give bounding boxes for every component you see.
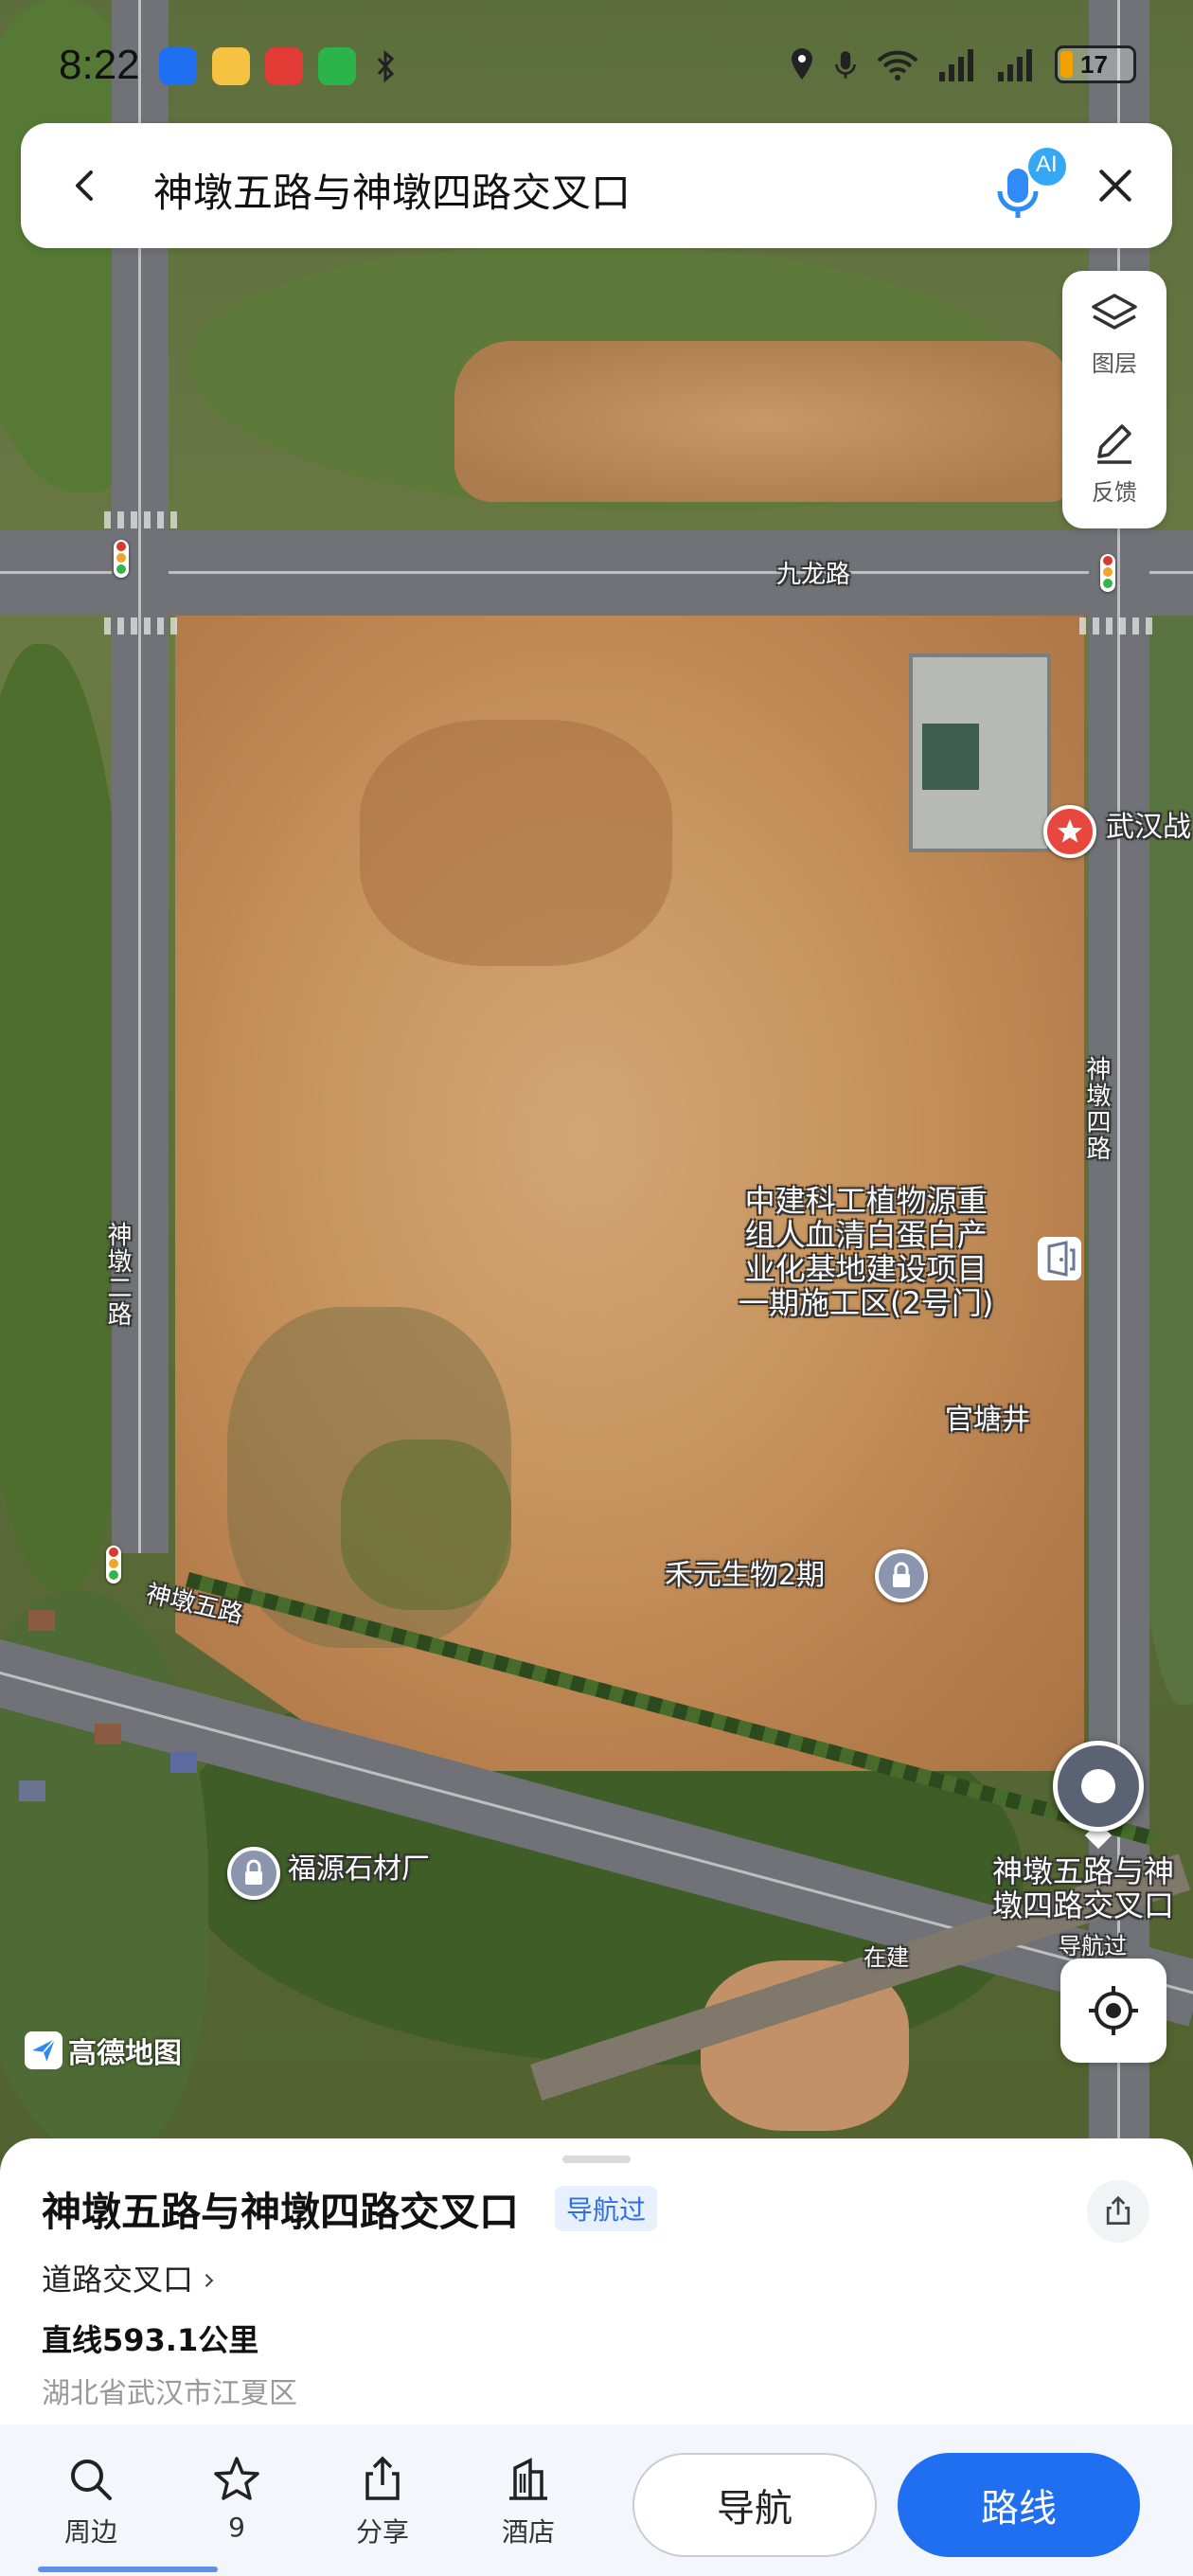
traffic-light-icon xyxy=(114,540,129,578)
poi-label-wuhan[interactable]: 武汉战 xyxy=(1106,811,1191,845)
place-detail-sheet[interactable]: 神墩五路与神墩四路交叉口 导航过 道路交叉口 直线593.1公里 湖北省武汉市江… xyxy=(0,2138,1193,2424)
place-category-link[interactable]: 道路交叉口 xyxy=(42,2256,216,2299)
battery-fill xyxy=(1060,51,1073,78)
news-app-icon xyxy=(159,47,197,85)
entrance-icon[interactable] xyxy=(1038,1237,1081,1280)
road-jiulong xyxy=(0,530,1193,616)
pin-sub-label: 导航过 xyxy=(1059,1933,1127,1959)
feedback-label: 反馈 xyxy=(1092,479,1137,506)
nearby-button[interactable]: 周边 xyxy=(44,2453,138,2549)
amap-logo-icon xyxy=(25,2031,62,2069)
microphone-icon xyxy=(835,51,856,79)
feedback-button[interactable]: 反馈 xyxy=(1062,400,1166,528)
route-button[interactable]: 路线 xyxy=(898,2453,1140,2557)
house xyxy=(19,1780,45,1801)
crosswalk xyxy=(104,617,180,635)
alert-app-icon xyxy=(265,47,303,85)
road-label-under-construction: 在建 xyxy=(864,1944,909,1971)
battery-level: 17 xyxy=(1080,50,1108,79)
poi-label-fuyuan[interactable]: 福源石材厂 xyxy=(288,1852,430,1887)
house xyxy=(95,1724,121,1744)
place-distance: 直线593.1公里 xyxy=(42,2322,259,2358)
share-icon xyxy=(1106,2195,1131,2225)
bottom-action-bar: 周边 9 分享 酒店 导航 路线 xyxy=(0,2424,1193,2576)
poi-label-guantangjing[interactable]: 官塘井 xyxy=(945,1404,1030,1438)
hotel-button[interactable]: 酒店 xyxy=(481,2453,576,2549)
place-category: 道路交叉口 xyxy=(42,2262,194,2298)
search-icon xyxy=(71,2460,112,2500)
close-icon[interactable] xyxy=(1079,150,1151,222)
wechat-icon xyxy=(318,47,356,85)
hotel-label: 酒店 xyxy=(501,2516,555,2548)
house xyxy=(28,1610,55,1631)
share-icon xyxy=(365,2456,400,2500)
place-address: 湖北省武汉市江夏区 xyxy=(42,2377,297,2410)
crosswalk xyxy=(1079,617,1155,635)
grass-patch xyxy=(341,1440,511,1610)
amap-logo-text: 高德地图 xyxy=(68,2037,182,2070)
star-icon xyxy=(214,2457,259,2500)
signal-icon xyxy=(939,49,973,81)
signal-icon xyxy=(998,49,1032,81)
share-action-button[interactable]: 分享 xyxy=(335,2453,430,2549)
hotel-icon xyxy=(509,2458,547,2500)
map-canvas[interactable]: 九龙路 神墩四路 神墩二路 神墩五路 在建 武汉战 中建科工植物源重 组人血清白… xyxy=(0,0,1193,2178)
lock-icon[interactable] xyxy=(227,1847,280,1900)
soil-patch xyxy=(360,720,672,966)
battery-icon: 17 xyxy=(1055,45,1136,83)
place-title: 神墩五路与神墩四路交叉口 xyxy=(42,2189,520,2235)
house xyxy=(170,1752,197,1773)
location-icon xyxy=(792,48,812,80)
locate-icon xyxy=(1089,1986,1138,2035)
layers-button[interactable]: 图层 xyxy=(1062,271,1166,400)
search-bar[interactable]: 神墩五路与神墩四路交叉口 AI xyxy=(21,123,1172,248)
poi-label-project[interactable]: 中建科工植物源重 组人血清白蛋白产 业化基地建设项目 一期施工区(2号门) xyxy=(739,1184,993,1320)
weibo-icon xyxy=(212,47,250,85)
chevron-right-icon xyxy=(205,2273,214,2288)
search-query[interactable]: 神墩五路与神墩四路交叉口 xyxy=(153,161,631,219)
home-indicator[interactable] xyxy=(38,2567,218,2572)
building xyxy=(909,653,1051,852)
location-pin-icon[interactable] xyxy=(1053,1741,1144,1850)
traffic-light-icon xyxy=(1100,554,1115,592)
ai-badge: AI xyxy=(1036,152,1058,177)
locate-button[interactable] xyxy=(1060,1959,1166,2063)
bluetooth-icon xyxy=(371,47,400,85)
status-bar: 8:22 17 xyxy=(0,38,1193,95)
poi-marker-wuhan[interactable] xyxy=(1043,805,1096,858)
voice-ai-icon[interactable]: AI xyxy=(987,144,1072,229)
lock-icon[interactable] xyxy=(875,1549,928,1602)
notification-icons xyxy=(159,47,400,85)
navigate-button[interactable]: 导航 xyxy=(632,2453,877,2557)
road-label-shendun-2: 神墩二路 xyxy=(103,1222,132,1328)
nearby-label: 周边 xyxy=(63,2516,117,2548)
favorite-button[interactable]: 9 xyxy=(189,2453,284,2543)
back-arrow-icon[interactable] xyxy=(49,150,121,222)
layers-icon xyxy=(1092,294,1137,330)
status-time: 8:22 xyxy=(59,42,140,88)
feedback-pen-icon xyxy=(1097,424,1131,464)
amap-logo: 高德地图 xyxy=(25,2030,182,2071)
layers-label: 图层 xyxy=(1092,350,1137,377)
road-label-shendun-4: 神墩四路 xyxy=(1082,1056,1111,1162)
map-tools-panel: 图层 反馈 xyxy=(1062,271,1166,528)
wifi-icon xyxy=(877,50,918,80)
navigated-badge: 导航过 xyxy=(555,2186,658,2231)
crosswalk xyxy=(104,511,180,528)
favorites-count: 9 xyxy=(228,2512,245,2543)
bare-land-north xyxy=(454,341,1070,502)
pin-label[interactable]: 神墩五路与神 墩四路交叉口 xyxy=(992,1854,1174,1923)
poi-label-heyuan[interactable]: 禾元生物2期 xyxy=(665,1559,825,1593)
sheet-handle[interactable] xyxy=(562,2156,631,2163)
share-label: 分享 xyxy=(355,2516,409,2548)
share-button[interactable] xyxy=(1087,2180,1149,2243)
road-label-jiulong: 九龙路 xyxy=(776,561,851,589)
traffic-light-icon xyxy=(106,1546,121,1583)
